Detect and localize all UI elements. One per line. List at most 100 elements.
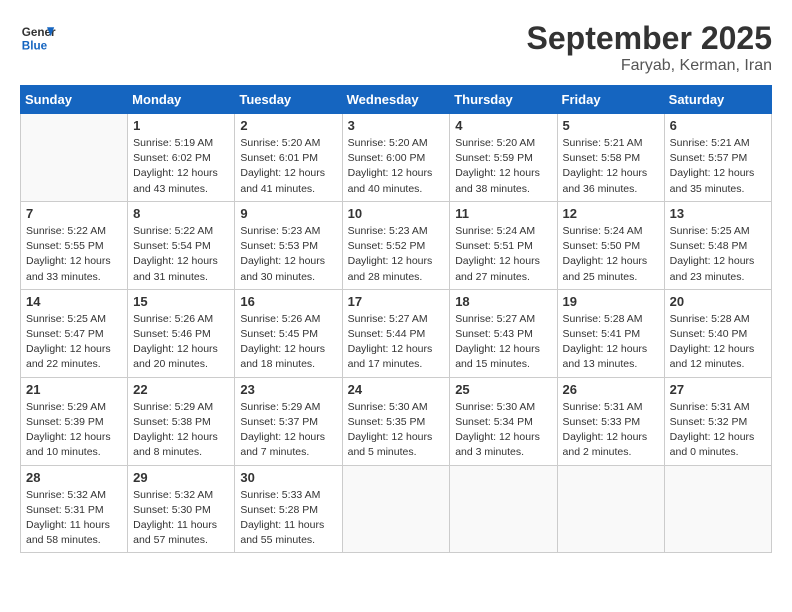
empty-cell <box>664 465 771 553</box>
day-cell-21: 21 Sunrise: 5:29 AMSunset: 5:39 PMDayligh… <box>21 377 128 465</box>
day-number: 3 <box>348 118 445 133</box>
column-header-saturday: Saturday <box>664 86 771 114</box>
page-header: General Blue September 2025 Faryab, Kerm… <box>20 20 772 75</box>
day-cell-8: 8 Sunrise: 5:22 AMSunset: 5:54 PMDaylight… <box>128 201 235 289</box>
day-number: 28 <box>26 470 122 485</box>
week-row-1: 1 Sunrise: 5:19 AMSunset: 6:02 PMDaylight… <box>21 114 772 202</box>
day-number: 1 <box>133 118 229 133</box>
day-cell-4: 4 Sunrise: 5:20 AMSunset: 5:59 PMDaylight… <box>450 114 557 202</box>
day-info: Sunrise: 5:32 AMSunset: 5:31 PMDaylight:… <box>26 488 122 549</box>
day-number: 16 <box>240 294 336 309</box>
day-info: Sunrise: 5:23 AMSunset: 5:53 PMDaylight:… <box>240 224 336 285</box>
day-cell-19: 19 Sunrise: 5:28 AMSunset: 5:41 PMDayligh… <box>557 289 664 377</box>
column-header-sunday: Sunday <box>21 86 128 114</box>
day-info: Sunrise: 5:22 AMSunset: 5:55 PMDaylight:… <box>26 224 122 285</box>
day-number: 30 <box>240 470 336 485</box>
day-number: 8 <box>133 206 229 221</box>
day-cell-15: 15Sunrise: 5:26 AMSunset: 5:46 PMDayligh… <box>128 289 235 377</box>
column-header-wednesday: Wednesday <box>342 86 450 114</box>
day-info: Sunrise: 5:25 AMSunset: 5:48 PMDaylight:… <box>670 224 766 285</box>
day-info: Sunrise: 5:24 AMSunset: 5:50 PMDaylight:… <box>563 224 659 285</box>
title-block: September 2025 Faryab, Kerman, Iran <box>527 20 772 75</box>
day-info: Sunrise: 5:33 AMSunset: 5:28 PMDaylight:… <box>240 488 336 549</box>
day-info: Sunrise: 5:20 AMSunset: 5:59 PMDaylight:… <box>455 136 551 197</box>
day-number: 27 <box>670 382 766 397</box>
empty-cell <box>342 465 450 553</box>
day-number: 13 <box>670 206 766 221</box>
day-cell-30: 30 Sunrise: 5:33 AMSunset: 5:28 PMDayligh… <box>235 465 342 553</box>
calendar-table: SundayMondayTuesdayWednesdayThursdayFrid… <box>20 85 772 553</box>
day-info: Sunrise: 5:22 AMSunset: 5:54 PMDaylight:… <box>133 224 229 285</box>
day-cell-1: 1 Sunrise: 5:19 AMSunset: 6:02 PMDaylight… <box>128 114 235 202</box>
day-number: 11 <box>455 206 551 221</box>
day-cell-11: 11 Sunrise: 5:24 AMSunset: 5:51 PMDayligh… <box>450 201 557 289</box>
day-cell-23: 23Sunrise: 5:29 AMSunset: 5:37 PMDayligh… <box>235 377 342 465</box>
week-row-3: 14 Sunrise: 5:25 AMSunset: 5:47 PMDayligh… <box>21 289 772 377</box>
day-number: 6 <box>670 118 766 133</box>
day-info: Sunrise: 5:20 AMSunset: 6:00 PMDaylight:… <box>348 136 445 197</box>
day-cell-17: 17Sunrise: 5:27 AMSunset: 5:44 PMDayligh… <box>342 289 450 377</box>
day-cell-22: 22 Sunrise: 5:29 AMSunset: 5:38 PMDayligh… <box>128 377 235 465</box>
day-cell-20: 20Sunrise: 5:28 AMSunset: 5:40 PMDayligh… <box>664 289 771 377</box>
day-number: 25 <box>455 382 551 397</box>
day-cell-3: 3 Sunrise: 5:20 AMSunset: 6:00 PMDaylight… <box>342 114 450 202</box>
day-cell-10: 10Sunrise: 5:23 AMSunset: 5:52 PMDayligh… <box>342 201 450 289</box>
day-cell-25: 25 Sunrise: 5:30 AMSunset: 5:34 PMDayligh… <box>450 377 557 465</box>
calendar-header-row: SundayMondayTuesdayWednesdayThursdayFrid… <box>21 86 772 114</box>
day-info: Sunrise: 5:28 AMSunset: 5:41 PMDaylight:… <box>563 312 659 373</box>
day-number: 29 <box>133 470 229 485</box>
day-cell-27: 27 Sunrise: 5:31 AMSunset: 5:32 PMDayligh… <box>664 377 771 465</box>
day-number: 22 <box>133 382 229 397</box>
empty-cell <box>450 465 557 553</box>
day-number: 24 <box>348 382 445 397</box>
week-row-5: 28 Sunrise: 5:32 AMSunset: 5:31 PMDayligh… <box>21 465 772 553</box>
day-number: 10 <box>348 206 445 221</box>
day-info: Sunrise: 5:32 AMSunset: 5:30 PMDaylight:… <box>133 488 229 549</box>
day-info: Sunrise: 5:29 AMSunset: 5:37 PMDaylight:… <box>240 400 336 461</box>
day-cell-14: 14 Sunrise: 5:25 AMSunset: 5:47 PMDayligh… <box>21 289 128 377</box>
svg-text:Blue: Blue <box>22 40 48 53</box>
day-info: Sunrise: 5:27 AMSunset: 5:43 PMDaylight:… <box>455 312 551 373</box>
day-number: 20 <box>670 294 766 309</box>
column-header-monday: Monday <box>128 86 235 114</box>
day-number: 9 <box>240 206 336 221</box>
day-number: 4 <box>455 118 551 133</box>
day-number: 15 <box>133 294 229 309</box>
day-info: Sunrise: 5:25 AMSunset: 5:47 PMDaylight:… <box>26 312 122 373</box>
day-cell-5: 5Sunrise: 5:21 AMSunset: 5:58 PMDaylight… <box>557 114 664 202</box>
day-info: Sunrise: 5:29 AMSunset: 5:39 PMDaylight:… <box>26 400 122 461</box>
day-number: 21 <box>26 382 122 397</box>
day-cell-6: 6Sunrise: 5:21 AMSunset: 5:57 PMDaylight… <box>664 114 771 202</box>
day-info: Sunrise: 5:29 AMSunset: 5:38 PMDaylight:… <box>133 400 229 461</box>
day-cell-16: 16Sunrise: 5:26 AMSunset: 5:45 PMDayligh… <box>235 289 342 377</box>
day-info: Sunrise: 5:20 AMSunset: 6:01 PMDaylight:… <box>240 136 336 197</box>
location: Faryab, Kerman, Iran <box>527 57 772 75</box>
week-row-4: 21 Sunrise: 5:29 AMSunset: 5:39 PMDayligh… <box>21 377 772 465</box>
day-cell-24: 24 Sunrise: 5:30 AMSunset: 5:35 PMDayligh… <box>342 377 450 465</box>
day-number: 14 <box>26 294 122 309</box>
day-number: 19 <box>563 294 659 309</box>
day-info: Sunrise: 5:31 AMSunset: 5:33 PMDaylight:… <box>563 400 659 461</box>
day-cell-29: 29 Sunrise: 5:32 AMSunset: 5:30 PMDayligh… <box>128 465 235 553</box>
day-number: 26 <box>563 382 659 397</box>
day-info: Sunrise: 5:24 AMSunset: 5:51 PMDaylight:… <box>455 224 551 285</box>
day-cell-7: 7 Sunrise: 5:22 AMSunset: 5:55 PMDaylight… <box>21 201 128 289</box>
day-number: 12 <box>563 206 659 221</box>
day-info: Sunrise: 5:19 AMSunset: 6:02 PMDaylight:… <box>133 136 229 197</box>
day-cell-28: 28 Sunrise: 5:32 AMSunset: 5:31 PMDayligh… <box>21 465 128 553</box>
day-number: 2 <box>240 118 336 133</box>
day-info: Sunrise: 5:30 AMSunset: 5:34 PMDaylight:… <box>455 400 551 461</box>
day-info: Sunrise: 5:30 AMSunset: 5:35 PMDaylight:… <box>348 400 445 461</box>
column-header-tuesday: Tuesday <box>235 86 342 114</box>
month-title: September 2025 <box>527 20 772 57</box>
day-number: 18 <box>455 294 551 309</box>
logo: General Blue <box>20 20 56 56</box>
day-info: Sunrise: 5:27 AMSunset: 5:44 PMDaylight:… <box>348 312 445 373</box>
day-number: 7 <box>26 206 122 221</box>
empty-cell <box>21 114 128 202</box>
day-info: Sunrise: 5:31 AMSunset: 5:32 PMDaylight:… <box>670 400 766 461</box>
day-info: Sunrise: 5:21 AMSunset: 5:58 PMDaylight:… <box>563 136 659 197</box>
column-header-friday: Friday <box>557 86 664 114</box>
day-cell-18: 18 Sunrise: 5:27 AMSunset: 5:43 PMDayligh… <box>450 289 557 377</box>
day-cell-9: 9 Sunrise: 5:23 AMSunset: 5:53 PMDaylight… <box>235 201 342 289</box>
